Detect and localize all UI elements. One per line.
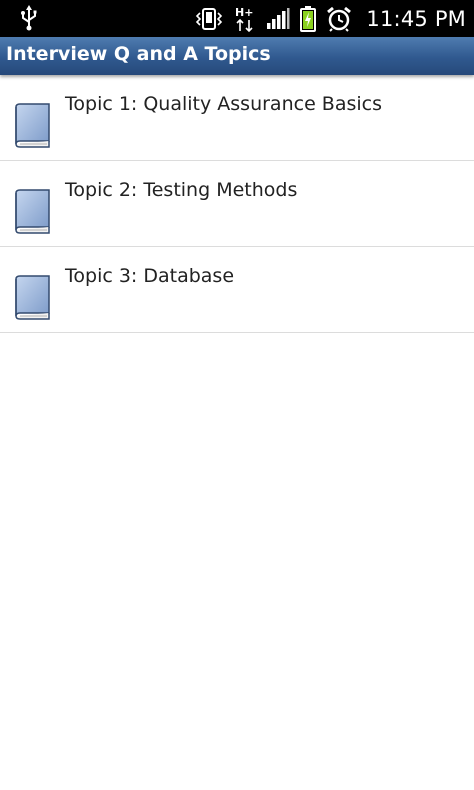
book-icon: [15, 275, 50, 320]
topic-label: Topic 1: Quality Assurance Basics: [65, 93, 382, 115]
usb-icon: [21, 5, 37, 31]
list-item-topic-1[interactable]: Topic 1: Quality Assurance Basics: [0, 75, 474, 161]
page-title: Interview Q and A Topics: [6, 43, 271, 65]
list-item-topic-2[interactable]: Topic 2: Testing Methods: [0, 161, 474, 247]
status-time: 11:45 PM: [366, 6, 466, 31]
battery-charging-icon: [300, 5, 317, 32]
alarm-icon: [326, 6, 352, 32]
book-icon: [15, 103, 50, 148]
list-item-topic-3[interactable]: Topic 3: Database: [0, 247, 474, 333]
app-title-bar: Interview Q and A Topics: [0, 37, 474, 75]
topic-list: Topic 1: Quality Assurance Basics Topic …: [0, 75, 474, 333]
network-hplus-icon: H+: [234, 5, 256, 33]
status-bar: H+ 11:45 PM: [0, 0, 474, 37]
topic-label: Topic 3: Database: [65, 265, 235, 287]
network-type-label: H+: [235, 6, 253, 19]
book-icon: [15, 189, 50, 234]
signal-icon: [266, 7, 290, 30]
topic-label: Topic 2: Testing Methods: [65, 179, 298, 201]
vibrate-icon: [194, 7, 224, 31]
